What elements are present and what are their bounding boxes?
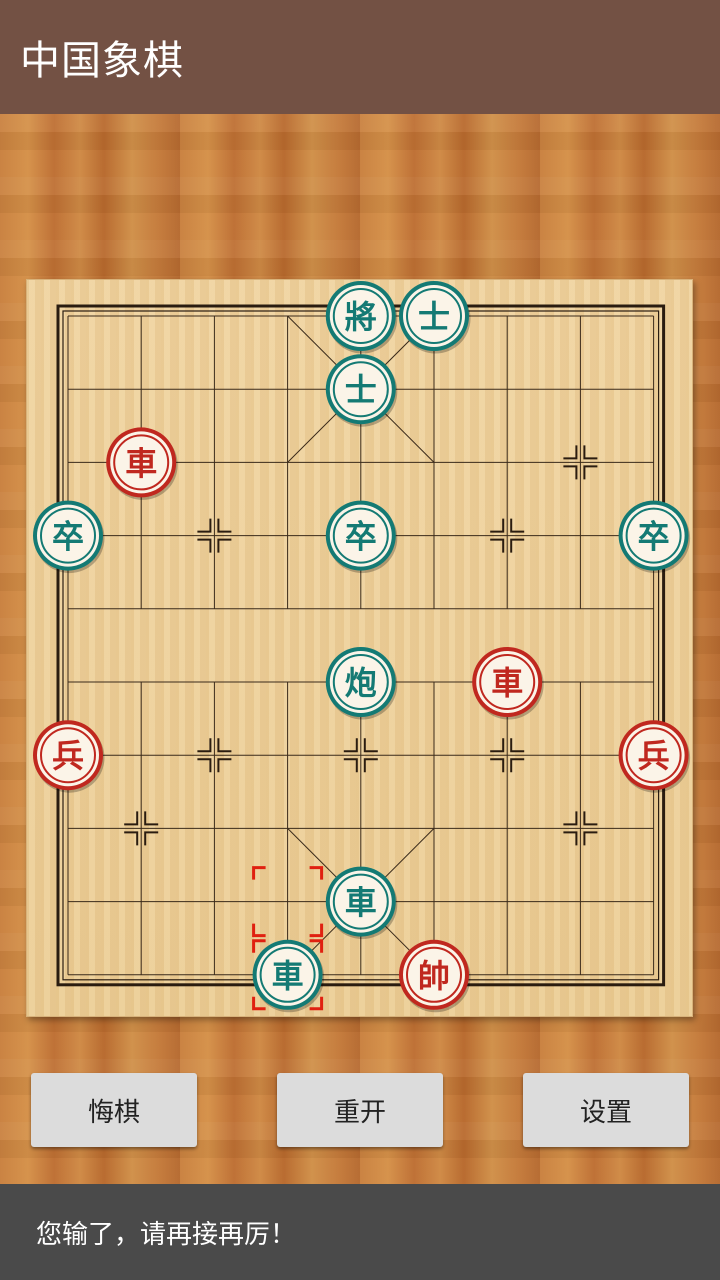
position-marker [217, 738, 232, 753]
last-move-marker [252, 866, 266, 880]
piece-label: 車 [272, 957, 304, 995]
status-message: 您输了，请再接再厉！ [36, 1219, 297, 1250]
position-marker [563, 465, 578, 480]
position-marker [510, 518, 525, 533]
piece-teal-soldier-2[interactable]: 卒 [325, 500, 398, 574]
app-title: 中国象棋 [20, 38, 184, 84]
piece-teal-cannon[interactable]: 炮 [325, 647, 398, 720]
position-marker [343, 758, 358, 773]
status-bar: 您输了，请再接再厉！ [0, 1184, 720, 1280]
position-marker [563, 811, 578, 826]
position-marker [144, 811, 159, 826]
piece-red-soldier-2[interactable]: 兵 [618, 720, 691, 793]
piece-label: 兵 [52, 737, 84, 775]
settings-button[interactable]: 设置 [523, 1073, 689, 1147]
board-canvas[interactable]: 將士士車卒卒卒炮 車兵 兵車車帥 [26, 279, 693, 1017]
piece-label: 卒 [345, 518, 377, 556]
piece-teal-chariot-1[interactable]: 車 [325, 866, 398, 940]
position-marker [217, 518, 232, 533]
position-marker [363, 758, 378, 773]
position-marker [197, 538, 212, 553]
piece-label: 車 [345, 884, 377, 922]
position-marker [144, 831, 159, 846]
position-marker [563, 445, 578, 460]
piece-label: 將 [345, 298, 377, 336]
piece-teal-advisor-2[interactable]: 士 [325, 354, 398, 427]
position-marker [217, 538, 232, 553]
position-marker [510, 738, 525, 753]
last-move-marker [252, 923, 266, 938]
position-marker [217, 758, 232, 773]
piece-red-general[interactable]: 帥 [399, 939, 471, 1013]
position-marker [197, 738, 212, 753]
position-marker [510, 538, 525, 553]
position-marker [363, 738, 378, 753]
piece-label: 炮 [345, 664, 377, 702]
piece-teal-general[interactable]: 將 [325, 281, 398, 354]
piece-teal-chariot-2[interactable]: 車 [252, 939, 325, 1013]
position-marker [124, 831, 139, 846]
piece-label: 士 [345, 371, 377, 409]
piece-teal-soldier-1[interactable]: 卒 [33, 500, 105, 574]
piece-label: 帥 [418, 957, 450, 995]
undo-button[interactable]: 悔棋 [31, 1073, 197, 1147]
position-marker [490, 738, 505, 753]
last-move-marker [309, 923, 324, 938]
piece-teal-soldier-3[interactable]: 卒 [618, 500, 691, 574]
piece-label: 卒 [52, 518, 84, 556]
piece-teal-advisor-1[interactable]: 士 [399, 281, 471, 354]
piece-label: 兵 [638, 737, 670, 775]
app-title-bar: 中国象棋 [0, 0, 720, 114]
last-move-marker [309, 866, 324, 880]
position-marker [583, 445, 598, 460]
position-marker [197, 758, 212, 773]
restart-button[interactable]: 重开 [277, 1073, 443, 1147]
piece-red-soldier-1[interactable]: 兵 [33, 720, 105, 793]
piece-label: 車 [125, 444, 157, 482]
position-marker [490, 758, 505, 773]
position-marker [343, 738, 358, 753]
piece-label: 車 [491, 664, 523, 702]
piece-red-chariot-2[interactable]: 車 [472, 647, 544, 720]
chess-board[interactable]: 將士士車卒卒卒炮車兵兵車車帥 [26, 279, 693, 1017]
piece-label: 卒 [638, 518, 670, 556]
position-marker [510, 758, 525, 773]
piece-label: 士 [418, 298, 450, 336]
position-marker [583, 465, 598, 480]
position-marker [490, 538, 505, 553]
position-marker [583, 831, 598, 846]
position-marker [563, 831, 578, 846]
position-marker [583, 811, 598, 826]
position-marker [124, 811, 139, 826]
piece-red-chariot-1[interactable]: 車 [106, 427, 178, 500]
position-marker [490, 518, 505, 533]
position-marker [197, 518, 212, 533]
